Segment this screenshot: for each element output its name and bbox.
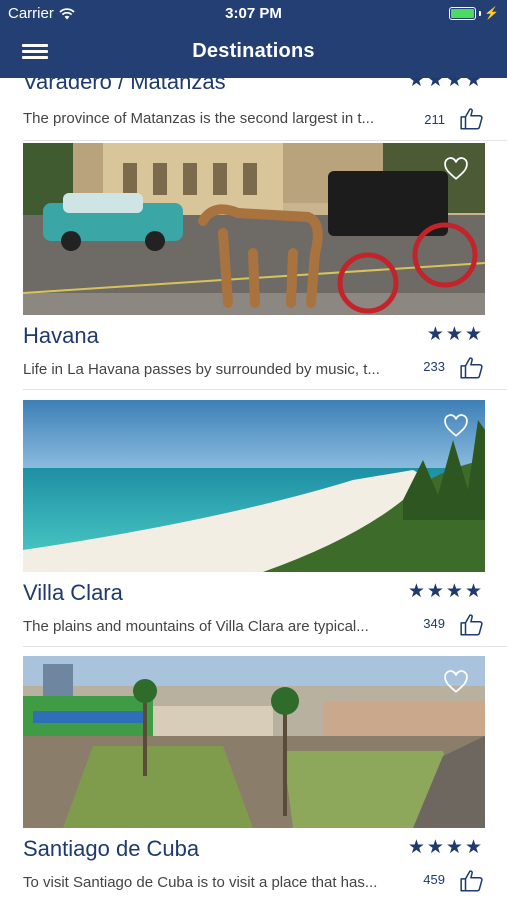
like-count: 459 <box>423 872 445 887</box>
rating-stars: ★★★★ <box>407 78 484 91</box>
thumbs-up-icon[interactable] <box>459 612 485 638</box>
villa-clara-beach-photo <box>23 400 485 572</box>
status-bar: Carrier 3:07 PM ⚡ <box>0 0 507 28</box>
heart-outline-icon[interactable] <box>443 157 469 181</box>
thumbs-up-icon[interactable] <box>459 868 485 894</box>
heart-outline-icon[interactable] <box>443 670 469 694</box>
status-time: 3:07 PM <box>225 5 282 22</box>
thumbs-up-icon[interactable] <box>459 355 485 381</box>
card-divider <box>23 140 507 141</box>
rating-stars: ★★★ <box>426 324 484 345</box>
thumbs-up-icon[interactable] <box>459 106 485 132</box>
destination-name: Havana <box>23 323 99 348</box>
destination-card-varadero[interactable]: Varadero / Matanzas ★★★★ The province of… <box>0 78 507 141</box>
rating-stars: ★★★★ <box>407 837 484 858</box>
havana-street-photo <box>23 143 485 315</box>
battery-charging-icon: ⚡ <box>449 6 499 20</box>
app-header: Carrier 3:07 PM ⚡ Destinations <box>0 0 507 78</box>
navigation-bar: Destinations <box>0 28 507 78</box>
card-divider <box>23 389 507 390</box>
destination-name: Varadero / Matanzas <box>23 78 226 94</box>
like-count: 233 <box>423 359 445 374</box>
page-title: Destinations <box>192 40 315 62</box>
destination-name: Villa Clara <box>23 580 123 605</box>
destination-photo[interactable] <box>23 143 485 315</box>
like-count: 349 <box>423 616 445 631</box>
heart-outline-icon[interactable] <box>443 414 469 438</box>
destination-card-santiago[interactable]: Santiago de Cuba ★★★★ To visit Santiago … <box>0 656 507 900</box>
destination-card-havana[interactable]: Havana ★★★ Life in La Havana passes by s… <box>0 143 507 400</box>
destination-name: Santiago de Cuba <box>23 836 200 861</box>
card-divider <box>23 646 507 647</box>
destination-photo[interactable] <box>23 656 485 828</box>
destination-card-villa-clara[interactable]: Villa Clara ★★★★ The plains and mountain… <box>0 400 507 657</box>
santiago-plaza-photo <box>23 656 485 828</box>
destination-photo[interactable] <box>23 400 485 572</box>
like-count: 211 <box>424 112 445 127</box>
destination-description: Life in La Havana passes by surrounded b… <box>23 361 380 378</box>
destination-description: The province of Matanzas is the second l… <box>23 110 375 127</box>
destination-list[interactable]: Varadero / Matanzas ★★★★ The province of… <box>0 78 507 900</box>
destination-description: To visit Santiago de Cuba is to visit a … <box>23 874 378 891</box>
destination-description: The plains and mountains of Villa Clara … <box>23 618 369 635</box>
rating-stars: ★★★★ <box>407 581 484 602</box>
